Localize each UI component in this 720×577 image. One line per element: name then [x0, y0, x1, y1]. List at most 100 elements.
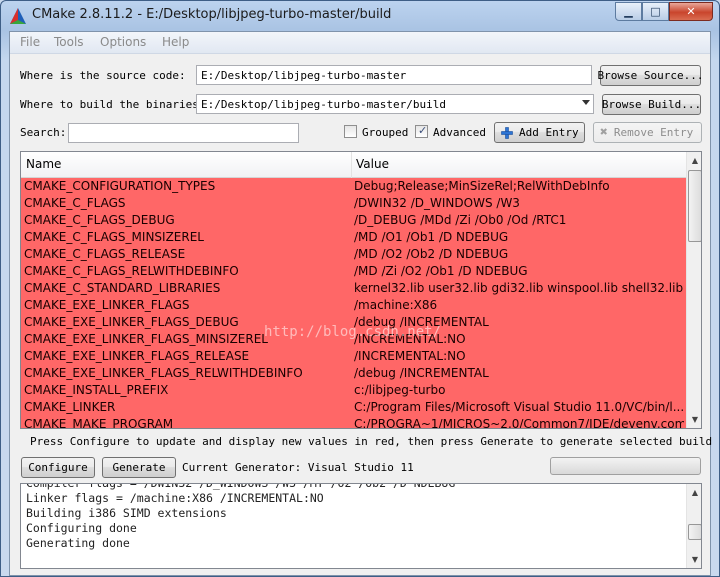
source-path-input[interactable]: E:/Desktop/libjpeg-turbo-master — [196, 65, 592, 85]
column-header-value[interactable]: Value — [356, 157, 389, 171]
generate-button[interactable]: Generate — [102, 457, 176, 478]
watermark-text: http://blog.csdn.net/ — [264, 324, 442, 340]
cell-value[interactable]: c:/libjpeg-turbo — [354, 383, 684, 397]
table-row[interactable]: CMAKE_C_FLAGS_RELEASE/MD /O2 /Ob2 /D NDE… — [21, 246, 686, 263]
cell-value[interactable]: kernel32.lib user32.lib gdi32.lib winspo… — [354, 281, 684, 295]
cell-name: CMAKE_EXE_LINKER_FLAGS_RELWITHDEBINFO — [24, 366, 303, 380]
cell-name: CMAKE_CONFIGURATION_TYPES — [24, 179, 216, 193]
scrollbar-thumb[interactable] — [688, 524, 701, 540]
cell-name: CMAKE_C_FLAGS_RELEASE — [24, 247, 186, 261]
scroll-down-icon[interactable]: ▼ — [687, 411, 701, 428]
grouped-label: Grouped — [362, 126, 409, 139]
cell-value[interactable]: Debug;Release;MinSizeRel;RelWithDebInfo — [354, 179, 684, 193]
add-entry-label: Add Entry — [519, 126, 579, 139]
title-bar[interactable]: CMake 2.8.11.2 - E:/Desktop/libjpeg-turb… — [1, 1, 719, 31]
chevron-down-icon[interactable] — [582, 100, 590, 105]
remove-entry-label: Remove Entry — [613, 126, 694, 139]
menu-file[interactable]: File — [20, 35, 40, 49]
table-row[interactable]: CMAKE_MAKE_PROGRAM C:/PROGRA~1/MICROS~2.0… — [21, 416, 686, 429]
scroll-up-icon[interactable]: ▲ — [687, 484, 701, 501]
cell-value[interactable]: /MD /O2 /Ob2 /D NDEBUG — [354, 247, 684, 261]
table-body: CMAKE_CONFIGURATION_TYPES Debug;Release;M… — [21, 178, 686, 429]
cell-value[interactable]: /DWIN32 /D_WINDOWS /W3 — [354, 196, 684, 210]
cell-value[interactable]: /debug /INCREMENTAL — [354, 366, 684, 380]
configure-button[interactable]: Configure — [21, 457, 95, 478]
menu-options[interactable]: Options — [100, 35, 146, 49]
cell-value[interactable]: C:/Program Files/Microsoft Visual Studio… — [354, 400, 684, 414]
output-line: Building i386 SIMD extensions — [26, 506, 227, 520]
cell-name: CMAKE_LINKER — [24, 400, 116, 414]
search-label: Search: — [20, 126, 67, 139]
table-header: Name Value — [21, 152, 686, 178]
cell-value[interactable]: C:/PROGRA~1/MICROS~2.0/Common7/IDE/deven… — [354, 417, 684, 428]
add-entry-button[interactable]: Add Entry — [494, 122, 585, 143]
cell-name: CMAKE_INSTALL_PREFIX — [24, 383, 169, 397]
output-line: Generating done — [26, 536, 130, 550]
cell-name: CMAKE_C_FLAGS — [24, 196, 126, 210]
cell-name: CMAKE_C_FLAGS_DEBUG — [24, 213, 175, 227]
cell-value[interactable]: /INCREMENTAL:NO — [354, 349, 684, 363]
cell-name: CMAKE_EXE_LINKER_FLAGS_RELEASE — [24, 349, 250, 363]
window-title: CMake 2.8.11.2 - E:/Desktop/libjpeg-turb… — [32, 7, 392, 22]
table-row[interactable]: CMAKE_C_FLAGS /DWIN32 /D_WINDOWS /W3 — [21, 195, 686, 212]
table-scrollbar[interactable]: ▲ ▼ — [686, 152, 701, 428]
plus-icon — [501, 126, 513, 139]
table-row[interactable]: CMAKE_C_FLAGS_RELWITHDEBINFO/MD /Zi /O2 … — [21, 263, 686, 280]
remove-entry-button[interactable]: ✖ Remove Entry — [593, 122, 702, 143]
advanced-label: Advanced — [433, 126, 486, 139]
close-button[interactable]: ✕ — [669, 2, 713, 21]
build-path-value: E:/Desktop/libjpeg-turbo-master/build — [201, 98, 447, 111]
cell-value[interactable]: /machine:X86 — [354, 298, 684, 312]
cmake-window: CMake 2.8.11.2 - E:/Desktop/libjpeg-turb… — [0, 0, 720, 577]
cmake-logo-icon — [10, 8, 26, 24]
column-divider[interactable] — [351, 152, 352, 178]
search-input[interactable] — [68, 123, 299, 143]
grouped-checkbox[interactable] — [344, 125, 357, 138]
minimize-button[interactable]: ▁ — [615, 2, 642, 21]
table-row[interactable]: CMAKE_CONFIGURATION_TYPES Debug;Release;M… — [21, 178, 686, 195]
menu-help[interactable]: Help — [162, 35, 189, 49]
remove-icon: ✖ — [600, 125, 608, 140]
window-controls: ▁ □ ✕ — [615, 2, 713, 22]
cell-name: CMAKE_C_FLAGS_MINSIZEREL — [24, 230, 204, 244]
checkmark-icon: ✓ — [418, 124, 428, 137]
output-line: Compiler flags = /DWIN32 /D_WINDOWS /W3 … — [26, 483, 456, 490]
cell-value[interactable]: /MD /O1 /Ob1 /D NDEBUG — [354, 230, 684, 244]
table-row[interactable]: CMAKE_EXE_LINKER_FLAGS_RELEASE/INCREMENT… — [21, 348, 686, 365]
menu-bar: File Tools Options Help — [10, 32, 710, 54]
main-panel: File Tools Options Help Where is the sou… — [9, 31, 719, 576]
build-label: Where to build the binaries: — [20, 98, 206, 111]
cell-name: CMAKE_EXE_LINKER_FLAGS — [24, 298, 190, 312]
hint-text: Press Configure to update and display ne… — [30, 435, 720, 448]
table-row[interactable]: CMAKE_C_STANDARD_LIBRARIES kernel32.lib u… — [21, 280, 686, 297]
table-row[interactable]: CMAKE_EXE_LINKER_FLAGS_RELWITHDEBINFO/de… — [21, 365, 686, 382]
output-line: Configuring done — [26, 521, 137, 535]
maximize-button[interactable]: □ — [642, 2, 669, 21]
cell-name: CMAKE_C_FLAGS_RELWITHDEBINFO — [24, 264, 239, 278]
table-row[interactable]: CMAKE_EXE_LINKER_FLAGS /machine:X86 — [21, 297, 686, 314]
browse-source-button[interactable]: Browse Source... — [598, 65, 703, 86]
menu-tools[interactable]: Tools — [54, 35, 84, 49]
scroll-down-icon[interactable]: ▼ — [687, 551, 701, 568]
scrollbar-thumb[interactable] — [688, 170, 701, 242]
cell-name: CMAKE_C_STANDARD_LIBRARIES — [24, 281, 221, 295]
output-log[interactable]: Compiler flags = /DWIN32 /D_WINDOWS /W3 … — [20, 483, 702, 569]
cell-value[interactable]: /MD /Zi /O2 /Ob1 /D NDEBUG — [354, 264, 684, 278]
scroll-up-icon[interactable]: ▲ — [687, 152, 701, 169]
build-path-combo[interactable]: E:/Desktop/libjpeg-turbo-master/build — [196, 94, 594, 114]
source-label: Where is the source code: — [20, 69, 186, 82]
output-line: Linker flags = /machine:X86 /INCREMENTAL… — [26, 491, 324, 505]
cell-name: CMAKE_MAKE_PROGRAM — [24, 417, 174, 429]
table-row[interactable]: CMAKE_C_FLAGS_DEBUG/D_DEBUG /MDd /Zi /Ob… — [21, 212, 686, 229]
advanced-checkbox[interactable]: ✓ — [415, 124, 428, 138]
progress-bar — [550, 457, 701, 475]
table-row[interactable]: CMAKE_LINKER C:/Program Files/Microsoft V… — [21, 399, 686, 416]
cache-table: Name Value CMAKE_CONFIGURATION_TYPES Debu… — [20, 151, 702, 429]
table-row[interactable]: CMAKE_C_FLAGS_MINSIZEREL/MD /O1 /Ob1 /D … — [21, 229, 686, 246]
table-row[interactable]: CMAKE_INSTALL_PREFIX c:/libjpeg-turbo — [21, 382, 686, 399]
current-generator-text: Current Generator: Visual Studio 11 — [182, 461, 414, 474]
cell-value[interactable]: /D_DEBUG /MDd /Zi /Ob0 /Od /RTC1 — [354, 213, 684, 227]
output-scrollbar[interactable]: ▲ ▼ — [686, 484, 701, 568]
browse-build-button[interactable]: Browse Build... — [602, 94, 701, 115]
column-header-name[interactable]: Name — [26, 157, 61, 171]
